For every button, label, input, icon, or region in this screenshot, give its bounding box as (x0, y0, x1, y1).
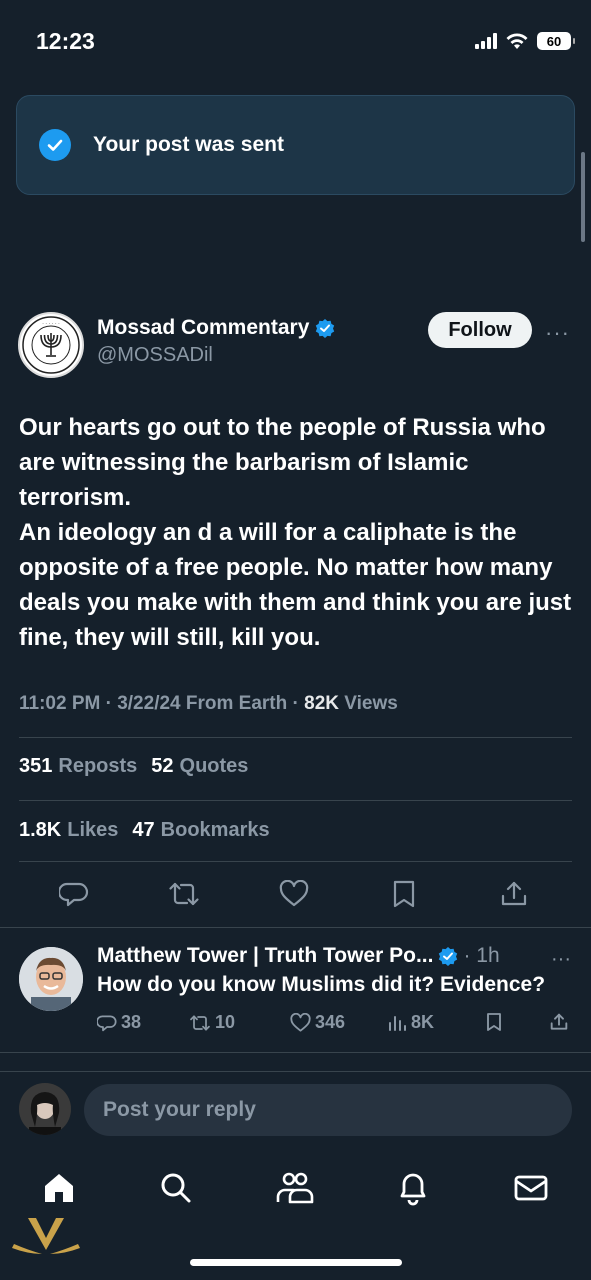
home-icon[interactable] (39, 1168, 79, 1208)
bookmark-icon[interactable] (388, 878, 420, 910)
communities-icon[interactable] (275, 1168, 315, 1208)
post-meta: 11:02 PM · 3/22/24 From Earth · 82K View… (19, 693, 398, 715)
watermark-logo (6, 1210, 86, 1278)
like-icon[interactable] (278, 878, 310, 910)
follow-button[interactable]: Follow (428, 312, 532, 348)
reposts-stat[interactable]: 351 Reposts (19, 755, 137, 778)
bookmarks-count: 47 (132, 819, 155, 841)
reply-icon (97, 1014, 117, 1031)
check-circle-icon (39, 129, 71, 161)
divider (0, 1071, 591, 1072)
bookmarks-label: Bookmarks (160, 819, 270, 841)
divider (0, 927, 591, 928)
current-user-avatar[interactable] (19, 1083, 71, 1135)
verified-badge-icon (439, 947, 458, 966)
post-header: · · · · · · Mossad Commentary @MOSSADil … (18, 312, 574, 382)
reply-share-icon[interactable] (549, 1012, 569, 1032)
search-icon[interactable] (156, 1168, 196, 1208)
svg-text:· · · · · ·: · · · · · · (42, 321, 60, 327)
reply-action-bar: 38 10 346 8K (97, 1012, 577, 1038)
reply-text: How do you know Muslims did it? Evidence… (97, 973, 546, 996)
reply-reply-button[interactable]: 38 (97, 1012, 141, 1033)
home-indicator[interactable] (190, 1259, 402, 1266)
reply-author-avatar[interactable] (19, 947, 83, 1011)
reply-input[interactable]: Post your reply (84, 1084, 572, 1136)
repost-icon (190, 1014, 210, 1031)
reply-header: Matthew Tower | Truth Tower Po... · 1h (97, 944, 500, 968)
divider (19, 737, 572, 738)
divider (19, 800, 572, 801)
views-count: 82K (304, 693, 339, 714)
post-sent-toast[interactable]: Your post was sent (16, 95, 575, 195)
reply-like-button[interactable]: 346 (290, 1012, 345, 1033)
reply-views-count: 8K (411, 1012, 435, 1032)
status-bar: 12:23 60 (0, 0, 591, 80)
quotes-stat[interactable]: 52 Quotes (151, 755, 248, 778)
repost-icon[interactable] (168, 878, 200, 910)
status-icons: 60 (475, 32, 575, 50)
divider (0, 1052, 591, 1053)
notifications-icon[interactable] (393, 1168, 433, 1208)
reply-views-button[interactable]: 8K (387, 1012, 434, 1033)
quotes-count: 52 (151, 755, 174, 777)
reply-author-name[interactable]: Matthew Tower | Truth Tower Po... (97, 944, 433, 968)
reposts-count: 351 (19, 755, 53, 777)
author-name-row: Mossad Commentary (97, 316, 335, 340)
reply-time: · 1h (463, 944, 500, 967)
more-options-icon[interactable]: ··· (545, 320, 570, 346)
messages-icon[interactable] (511, 1168, 551, 1208)
divider (19, 861, 572, 862)
verified-badge-icon (316, 319, 335, 338)
share-icon[interactable] (498, 878, 530, 910)
like-icon (290, 1012, 311, 1032)
views-label: Views (338, 693, 398, 714)
reply-repost-button[interactable]: 10 (189, 1012, 235, 1033)
menorah-emblem-icon: · · · · · · (22, 316, 80, 374)
wifi-icon (506, 33, 528, 49)
bottom-tab-bar (0, 1160, 591, 1220)
author-info[interactable]: Mossad Commentary @MOSSADil (97, 316, 335, 367)
author-handle: @MOSSADil (97, 344, 213, 366)
battery-icon: 60 (537, 32, 575, 50)
reposts-label: Reposts (58, 755, 138, 777)
reply-more-options-icon[interactable]: ··· (551, 948, 571, 971)
reply-composer: Post your reply (0, 1083, 591, 1143)
toast-text: Your post was sent (93, 133, 284, 156)
post-action-bar (0, 872, 591, 916)
reply-likes-count: 346 (315, 1012, 346, 1032)
status-time: 12:23 (36, 28, 95, 54)
author-name: Mossad Commentary (97, 316, 310, 339)
like-bookmark-stats: 1.8K Likes 47 Bookmarks (19, 819, 270, 842)
likes-stat[interactable]: 1.8K Likes (19, 819, 118, 842)
scrollbar[interactable] (581, 152, 585, 242)
likes-label: Likes (67, 819, 119, 841)
views-icon (389, 1015, 406, 1031)
reply-bookmark-icon[interactable] (485, 1012, 503, 1032)
post-text: Our hearts go out to the people of Russi… (19, 414, 572, 651)
reply-reposts-count: 10 (215, 1012, 236, 1032)
bookmarks-stat[interactable]: 47 Bookmarks (132, 819, 269, 842)
cellular-signal-icon (475, 33, 497, 49)
quotes-label: Quotes (179, 755, 249, 777)
reply-replies-count: 38 (121, 1012, 142, 1032)
likes-count: 1.8K (19, 819, 62, 841)
author-avatar[interactable]: · · · · · · (18, 312, 84, 378)
reply-icon[interactable] (58, 878, 90, 910)
post-timestamp: 11:02 PM · 3/22/24 From Earth · (19, 693, 305, 714)
reply-tweet[interactable]: Matthew Tower | Truth Tower Po... · 1h ·… (0, 940, 591, 1050)
repost-quote-stats: 351 Reposts 52 Quotes (19, 755, 248, 778)
